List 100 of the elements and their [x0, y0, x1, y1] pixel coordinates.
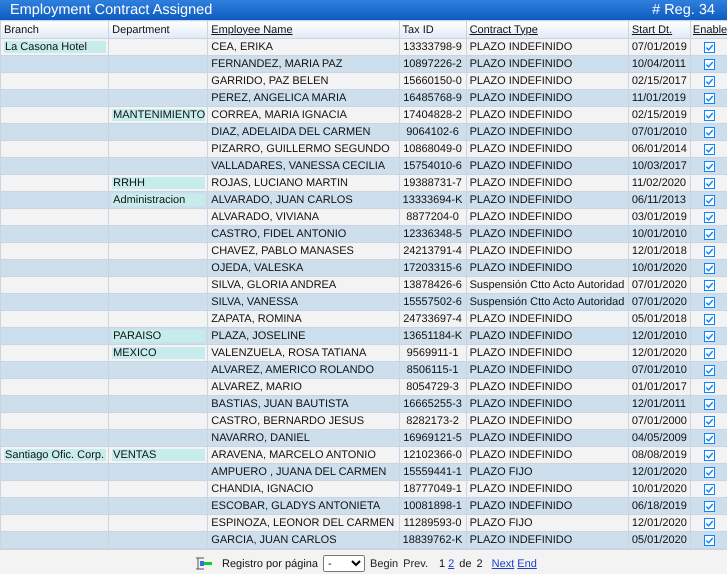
contract-type-cell: PLAZO INDEFINIDO — [470, 364, 572, 376]
start-date-cell: 12/01/2011 — [632, 398, 686, 410]
enable-checkbox[interactable] — [704, 432, 715, 444]
branch-label: La Casona Hotel — [4, 41, 106, 53]
enable-checkbox[interactable] — [704, 314, 715, 325]
enable-checkbox[interactable] — [704, 126, 715, 138]
employee-name-cell: CHANDIA, IGNACIO — [211, 483, 314, 495]
tax-id-cell: 15660150-0 — [403, 75, 462, 87]
enable-checkbox[interactable] — [704, 466, 715, 478]
enable-checkbox[interactable] — [704, 76, 715, 87]
start-date-cell: 07/01/2020 — [632, 296, 687, 308]
employee-name-cell: ARAVENA, MARCELO ANTONIO — [211, 449, 376, 461]
start-date-cell: 06/01/2014 — [632, 143, 687, 155]
pager-link[interactable]: Next — [492, 558, 514, 570]
start-date-cell: 11/01/2019 — [632, 92, 686, 104]
contract-type-cell: PLAZO INDEFINIDO — [470, 381, 572, 393]
tax-id-cell: 24733697-4 — [403, 313, 462, 325]
employee-name-cell: SILVA, VANESSA — [211, 296, 298, 308]
enable-checkbox[interactable] — [704, 450, 715, 461]
contract-type-cell: PLAZO FIJO — [470, 517, 533, 529]
tax-id-cell: 10081898-1 — [403, 500, 462, 512]
start-date-cell: 10/03/2017 — [632, 160, 687, 172]
enable-checkbox[interactable] — [704, 212, 715, 223]
employee-name-cell: FERNANDEZ, MARIA PAZ — [211, 58, 342, 70]
employee-name-cell: CORREA, MARIA IGNACIA — [211, 109, 347, 121]
start-date-cell: 05/01/2018 — [632, 313, 687, 325]
enable-checkbox[interactable] — [704, 484, 715, 495]
enable-checkbox[interactable] — [704, 382, 715, 393]
start-date-cell: 07/01/2000 — [632, 415, 687, 427]
enable-checkbox[interactable] — [704, 92, 715, 104]
contract-type-cell: PLAZO INDEFINIDO — [470, 143, 572, 155]
enable-checkbox[interactable] — [704, 58, 715, 70]
contract-type-cell: PLAZO INDEFINIDO — [470, 500, 572, 512]
enable-checkbox[interactable] — [704, 178, 715, 189]
column-header: Tax ID — [402, 24, 434, 36]
contract-type-cell: PLAZO INDEFINIDO — [470, 313, 572, 325]
start-date-cell: 11/02/2020 — [632, 177, 686, 189]
tax-id-cell: 10868049-0 — [403, 143, 462, 155]
contract-type-cell: PLAZO INDEFINIDO — [470, 211, 572, 223]
start-date-cell: 12/01/2020 — [632, 517, 687, 529]
enable-checkbox[interactable] — [704, 160, 715, 172]
contract-type-cell: PLAZO INDEFINIDO — [470, 160, 572, 172]
enable-checkbox[interactable] — [704, 518, 715, 529]
enable-checkbox[interactable] — [704, 42, 715, 53]
enable-checkbox[interactable] — [704, 246, 715, 257]
tax-id-cell: 15754010-6 — [403, 160, 462, 172]
start-date-cell: 06/11/2013 — [632, 194, 686, 206]
start-date-cell: 07/01/2010 — [632, 126, 687, 138]
start-date-cell: 06/18/2019 — [632, 500, 687, 512]
employee-name-cell: SILVA, GLORIA ANDREA — [211, 279, 336, 291]
tax-id-cell: 24213791-4 — [403, 245, 462, 257]
contract-type-cell: PLAZO INDEFINIDO — [470, 398, 572, 410]
employee-name-cell: VALLADARES, VANESSA CECILIA — [211, 160, 386, 172]
of-label: de — [459, 558, 472, 570]
employee-name-cell: ALVAREZ, AMERICO ROLANDO — [211, 364, 374, 376]
enable-checkbox[interactable] — [704, 194, 715, 206]
contract-type-cell: PLAZO INDEFINIDO — [470, 534, 572, 546]
start-date-cell: 07/01/2019 — [632, 41, 687, 53]
start-date-cell: 12/01/2020 — [632, 466, 687, 478]
total-pages: 2 — [476, 558, 483, 570]
start-date-cell: 01/01/2017 — [632, 381, 687, 393]
enable-checkbox[interactable] — [704, 296, 715, 308]
tax-id-cell: 15557502-6 — [403, 296, 462, 308]
employee-name-cell: VALENZUELA, ROSA TATIANA — [211, 347, 366, 359]
employee-name-cell: CASTRO, FIDEL ANTONIO — [211, 228, 346, 240]
enable-checkbox[interactable] — [704, 500, 715, 512]
pager-link[interactable]: End — [517, 558, 537, 570]
tax-id-cell: 19388731-7 — [403, 177, 462, 189]
start-date-cell: 10/04/2011 — [632, 58, 686, 70]
contract-type-cell: PLAZO INDEFINIDO — [470, 126, 572, 138]
tax-id-cell: 13333694-K — [402, 194, 463, 206]
tax-id-cell: 13333798-9 — [403, 41, 462, 53]
enable-checkbox[interactable] — [704, 330, 715, 342]
enable-checkbox[interactable] — [704, 144, 715, 155]
per-page-select[interactable]: - — [323, 555, 366, 572]
enable-checkbox[interactable] — [704, 398, 715, 410]
contract-type-cell: PLAZO INDEFINIDO — [470, 262, 572, 274]
enable-checkbox[interactable] — [704, 262, 715, 274]
employee-name-cell: GARRIDO, PAZ BELEN — [211, 75, 328, 87]
employee-name-cell: CASTRO, BERNARDO JESUS — [211, 415, 364, 427]
enable-checkbox[interactable] — [704, 416, 715, 427]
start-date-cell: 07/01/2010 — [632, 364, 687, 376]
enable-checkbox[interactable] — [704, 228, 715, 240]
enable-checkbox[interactable] — [704, 348, 715, 359]
contract-type-cell: PLAZO INDEFINIDO — [470, 109, 572, 121]
panel-title: Employment Contract Assigned — [10, 2, 212, 18]
start-date-cell: 04/05/2009 — [632, 432, 687, 444]
column-header: Branch — [4, 24, 39, 36]
page-link[interactable]: 2 — [448, 558, 454, 570]
enable-checkbox[interactable] — [704, 280, 715, 291]
start-date-cell: 07/01/2020 — [632, 279, 687, 291]
contract-type-cell: PLAZO INDEFINIDO — [470, 483, 572, 495]
contract-type-cell: PLAZO INDEFINIDO — [470, 194, 572, 206]
enable-checkbox[interactable] — [704, 364, 715, 376]
contract-type-cell: PLAZO INDEFINIDO — [470, 245, 572, 257]
start-date-cell: 05/01/2020 — [632, 534, 687, 546]
employee-name-cell: NAVARRO, DANIEL — [211, 432, 310, 444]
enable-checkbox[interactable] — [704, 534, 715, 546]
tax-id-cell: 17203315-6 — [403, 262, 462, 274]
enable-checkbox[interactable] — [704, 110, 715, 121]
